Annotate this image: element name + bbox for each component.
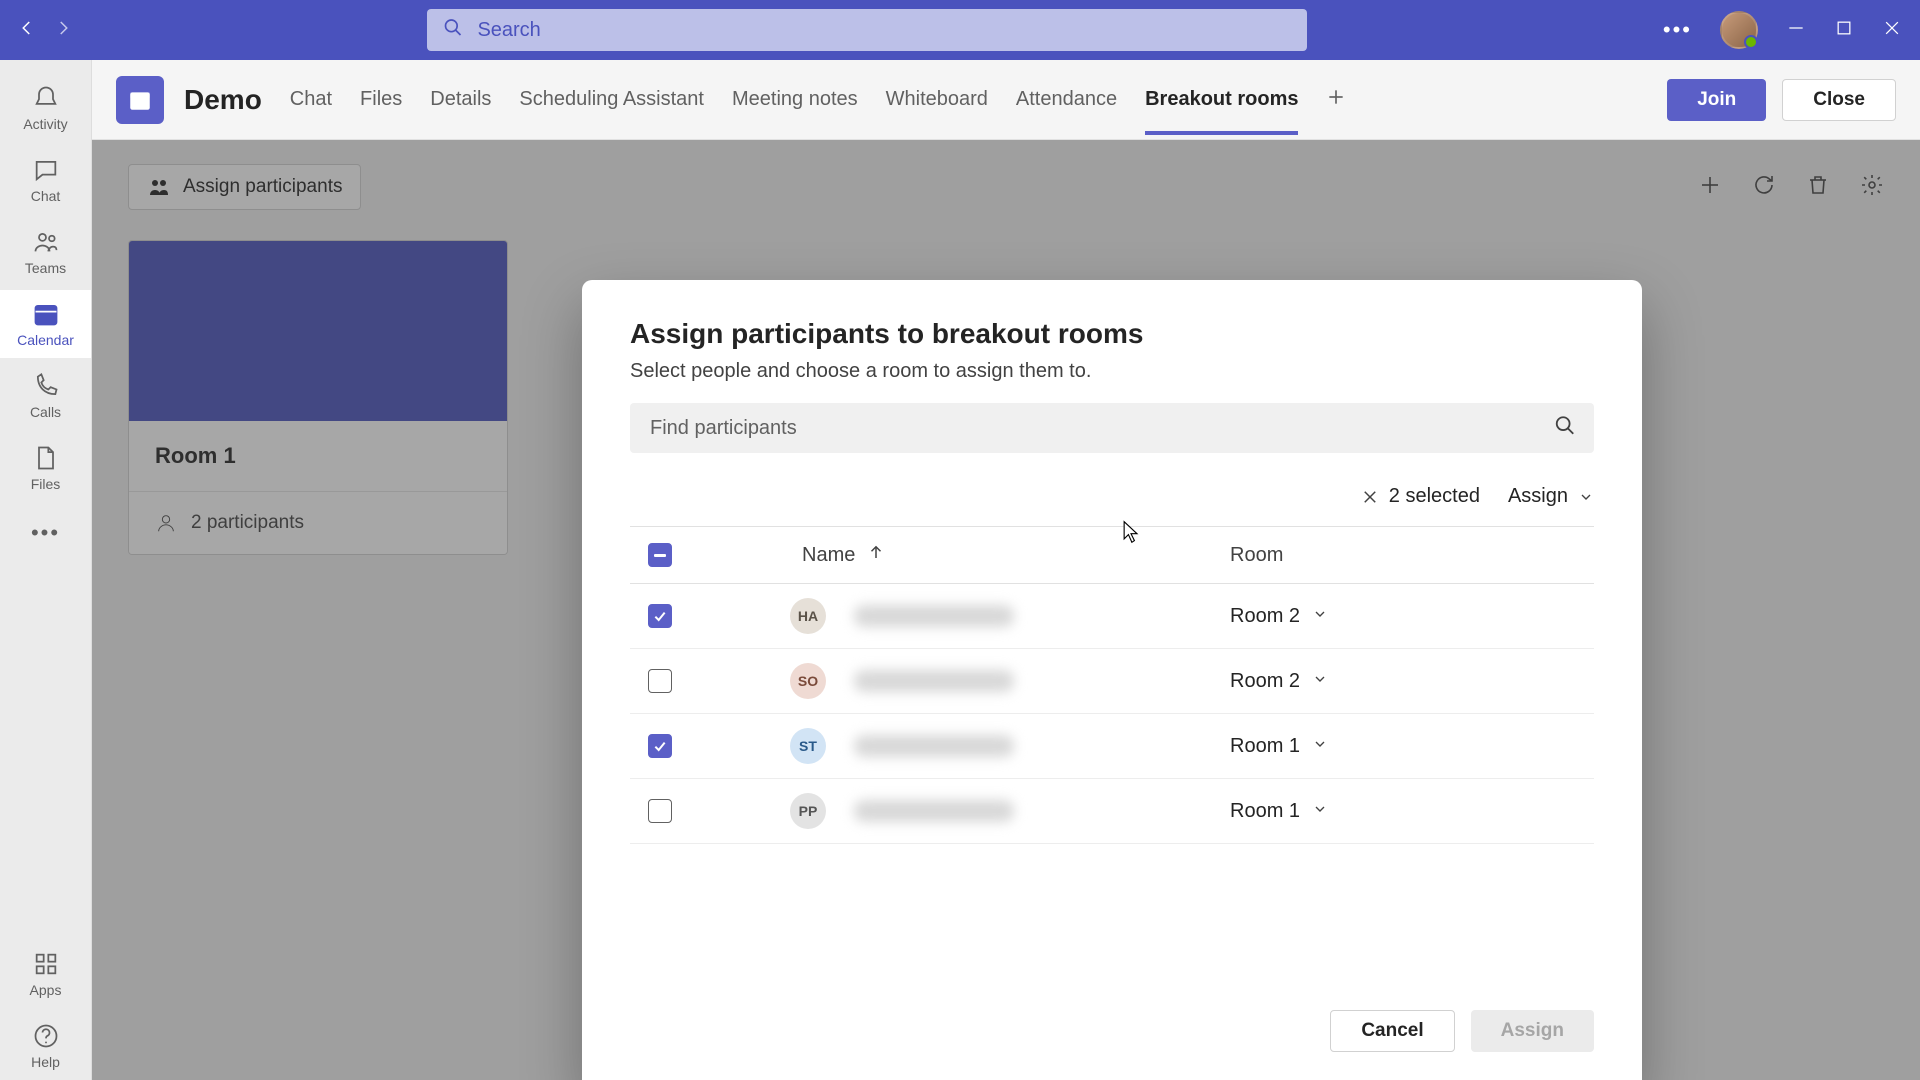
participant-room-value: Room 1 [1230, 735, 1300, 758]
rail-help[interactable]: Help [0, 1012, 91, 1080]
meeting-tabs-header: Demo Chat Files Details Scheduling Assis… [92, 60, 1920, 140]
sort-asc-icon [867, 543, 885, 567]
participant-checkbox[interactable] [648, 734, 672, 758]
rail-more[interactable]: ••• [0, 506, 91, 560]
participant-name-redacted [854, 670, 1014, 692]
profile-avatar[interactable] [1720, 11, 1758, 49]
column-name-label: Name [802, 544, 855, 567]
history-nav [18, 19, 72, 42]
chevron-down-icon [1312, 800, 1328, 823]
title-bar: ••• [0, 0, 1920, 60]
tab-chat[interactable]: Chat [290, 64, 332, 135]
tab-meeting-notes[interactable]: Meeting notes [732, 64, 858, 135]
participant-room-dropdown[interactable]: Room 2 [1230, 605, 1594, 628]
assign-button[interactable]: Assign [1471, 1010, 1594, 1052]
cancel-button[interactable]: Cancel [1330, 1010, 1454, 1052]
dialog-title: Assign participants to breakout rooms [630, 318, 1594, 350]
participant-avatar: HA [790, 598, 826, 634]
rail-label: Teams [25, 260, 66, 276]
header-actions: Join Close [1667, 79, 1896, 121]
search-icon [1554, 415, 1576, 442]
participant-avatar: PP [790, 793, 826, 829]
participant-name-redacted [854, 605, 1014, 627]
main-area: Demo Chat Files Details Scheduling Assis… [92, 60, 1920, 1080]
rail-label: Calls [30, 404, 61, 420]
rail-files[interactable]: Files [0, 434, 91, 502]
rail-label: Activity [23, 116, 67, 132]
rail-label: Chat [31, 188, 61, 204]
assign-dropdown-label: Assign [1508, 485, 1568, 508]
rail-apps[interactable]: Apps [0, 940, 91, 1008]
tab-scheduling-assistant[interactable]: Scheduling Assistant [519, 64, 704, 135]
participant-room-value: Room 2 [1230, 605, 1300, 628]
participant-row: PP Room 1 [630, 779, 1594, 844]
find-participants-wrap [630, 403, 1594, 453]
participant-checkbox[interactable] [648, 604, 672, 628]
chevron-down-icon [1312, 670, 1328, 693]
tab-files[interactable]: Files [360, 64, 402, 135]
rail-label: Calendar [17, 332, 74, 348]
meeting-icon [116, 76, 164, 124]
rail-activity[interactable]: Activity [0, 74, 91, 142]
forward-button[interactable] [54, 19, 72, 42]
tab-breakout-rooms[interactable]: Breakout rooms [1145, 64, 1298, 135]
rail-chat[interactable]: Chat [0, 146, 91, 214]
back-button[interactable] [18, 19, 36, 42]
participant-avatar: SO [790, 663, 826, 699]
tab-details[interactable]: Details [430, 64, 491, 135]
search-input[interactable] [427, 9, 1307, 51]
join-button[interactable]: Join [1667, 79, 1766, 121]
participant-room-dropdown[interactable]: Room 1 [1230, 800, 1594, 823]
app-rail: Activity Chat Teams Calendar Calls Files… [0, 60, 92, 1080]
rail-label: Apps [30, 982, 62, 998]
titlebar-right: ••• [1663, 11, 1902, 49]
search-field-wrap [427, 9, 1307, 51]
selected-count-text: 2 selected [1389, 485, 1480, 508]
participant-row: ST Room 1 [630, 714, 1594, 779]
rail-teams[interactable]: Teams [0, 218, 91, 286]
add-tab-button[interactable] [1326, 87, 1346, 112]
rail-label: Help [31, 1054, 60, 1070]
more-icon[interactable]: ••• [1663, 17, 1692, 43]
participant-room-value: Room 1 [1230, 800, 1300, 823]
maximize-button[interactable] [1834, 18, 1854, 43]
column-room-header[interactable]: Room [1230, 544, 1594, 567]
minimize-button[interactable] [1786, 18, 1806, 43]
search-icon [443, 18, 463, 43]
participant-name-redacted [854, 800, 1014, 822]
tab-whiteboard[interactable]: Whiteboard [886, 64, 988, 135]
participant-checkbox[interactable] [648, 799, 672, 823]
participant-row: HA Room 2 [630, 584, 1594, 649]
column-room-label: Room [1230, 544, 1283, 566]
assign-dropdown[interactable]: Assign [1508, 485, 1594, 508]
tab-attendance[interactable]: Attendance [1016, 64, 1117, 135]
close-button[interactable]: Close [1782, 79, 1896, 121]
dialog-subtitle: Select people and choose a room to assig… [630, 360, 1594, 383]
rail-calendar[interactable]: Calendar [0, 290, 91, 358]
participant-room-value: Room 2 [1230, 670, 1300, 693]
rail-calls[interactable]: Calls [0, 362, 91, 430]
select-all-checkbox[interactable] [648, 543, 672, 567]
participant-row: SO Room 2 [630, 649, 1594, 714]
selection-summary-row: 2 selected Assign [630, 473, 1594, 527]
participant-checkbox[interactable] [648, 669, 672, 693]
participants-table-body: HA Room 2 SO Room 2 [630, 584, 1594, 844]
rail-label: Files [31, 476, 61, 492]
participant-room-dropdown[interactable]: Room 2 [1230, 670, 1594, 693]
presence-available-icon [1744, 35, 1758, 49]
participant-avatar: ST [790, 728, 826, 764]
assign-participants-dialog: Assign participants to breakout rooms Se… [582, 280, 1642, 1080]
clear-selection[interactable]: 2 selected [1361, 485, 1480, 508]
meeting-title: Demo [184, 84, 262, 116]
chevron-down-icon [1312, 605, 1328, 628]
meeting-tabs: Chat Files Details Scheduling Assistant … [290, 64, 1647, 135]
column-name-header[interactable]: Name [690, 543, 1230, 567]
chevron-down-icon [1312, 735, 1328, 758]
close-window-button[interactable] [1882, 18, 1902, 43]
find-participants-input[interactable] [630, 403, 1594, 453]
participant-room-dropdown[interactable]: Room 1 [1230, 735, 1594, 758]
participant-name-redacted [854, 735, 1014, 757]
participants-table-header: Name Room [630, 527, 1594, 584]
dialog-footer: Cancel Assign [630, 1010, 1594, 1052]
